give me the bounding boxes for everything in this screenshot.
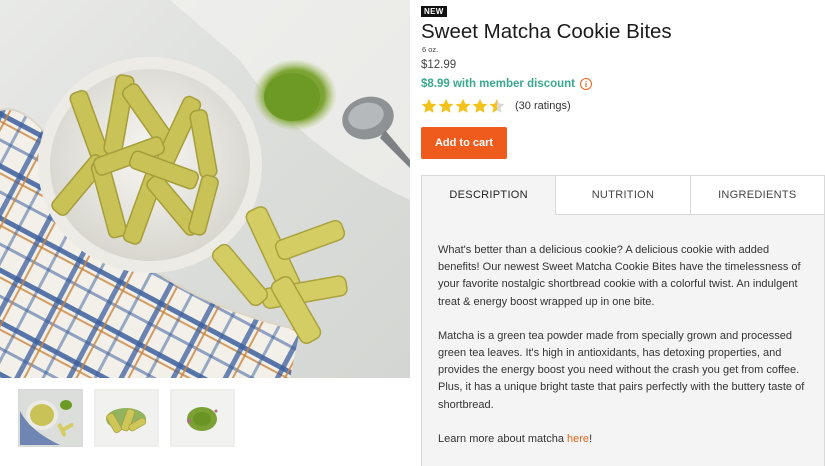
product-title: Sweet Matcha Cookie Bites [421,20,672,43]
learn-more-text: Learn more about matcha [438,432,568,445]
tab-nutrition[interactable]: NUTRITION [555,176,690,215]
description-paragraph-1: What's better than a delicious cookie? A… [438,244,801,308]
matcha-link[interactable]: here [567,433,589,445]
tab-description[interactable]: DESCRIPTION [422,176,556,215]
star-icon [489,98,505,113]
description-paragraph-3: Learn more about matcha here! [438,431,808,448]
star-icon [472,98,488,113]
description-content: What's better than a delicious cookie? A… [422,215,824,448]
thumbnail-1[interactable] [18,389,83,447]
rating: (30 ratings) [421,98,571,114]
main-product-image [0,0,410,378]
product-size: 6 oz. [422,45,439,54]
star-rating [421,98,505,114]
star-icon [421,98,437,113]
thumbnail-2[interactable] [94,389,159,447]
rating-count[interactable]: (30 ratings) [515,100,571,112]
info-icon[interactable]: i [580,78,593,90]
details-tabs: DESCRIPTION NUTRITION INGREDIENTS [422,176,824,215]
thumbnail-3[interactable] [170,389,235,447]
tab-ingredients[interactable]: INGREDIENTS [689,176,824,215]
product-price: $12.99 [421,59,457,71]
description-paragraph-2: Matcha is a green tea powder made from s… [438,329,805,411]
star-icon [438,98,454,113]
member-price-text: $8.99 with member discount [421,78,576,90]
product-details-panel: DESCRIPTION NUTRITION INGREDIENTS What's… [421,175,825,466]
learn-more-suffix: ! [589,432,593,445]
thumbnail-strip [18,389,235,447]
new-badge: NEW [421,6,447,17]
star-icon [455,98,471,113]
member-price: $8.99 with member discount i [421,78,593,90]
add-to-cart-button[interactable]: Add to cart [421,127,507,159]
